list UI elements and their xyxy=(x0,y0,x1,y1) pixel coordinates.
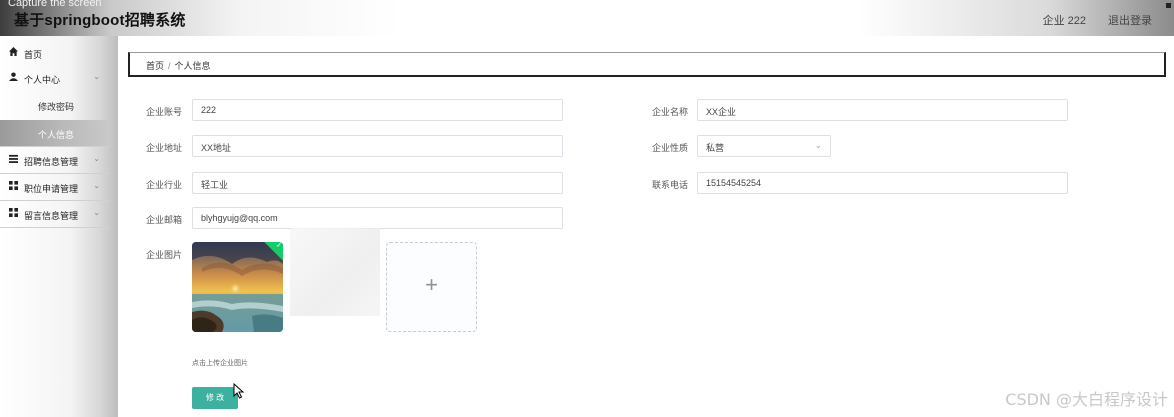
sidebar-item-label: 首页 xyxy=(24,50,43,60)
capture-overlay-text: Capture the screen xyxy=(8,0,102,9)
sidebar-item-job-info[interactable]: 招聘信息管理 ⌄ xyxy=(0,147,110,173)
uploaded-company-image[interactable]: ✓ xyxy=(192,242,283,332)
list-icon xyxy=(8,154,18,164)
logout-button[interactable]: 退出登录 xyxy=(1108,12,1152,28)
mouse-cursor-icon xyxy=(233,383,245,399)
breadcrumb: 首页 / 个人信息 xyxy=(128,52,1166,77)
breadcrumb-home[interactable]: 首页 xyxy=(146,61,164,71)
watermark: CSDN @大白程序设计 xyxy=(1005,390,1168,409)
phone-field[interactable]: 15154545254 xyxy=(697,172,1068,194)
email-label: 企业邮箱 xyxy=(146,215,183,225)
plus-icon: + xyxy=(425,272,438,297)
sunset-seascape-image xyxy=(192,242,283,332)
company-name-label: 企业名称 xyxy=(652,107,689,117)
company-nature-select[interactable]: 私营 ⌄ xyxy=(697,135,831,157)
company-name-field[interactable]: XX企业 xyxy=(697,99,1068,121)
sidebar-item-application[interactable]: 职位申请管理 ⌄ xyxy=(0,174,110,200)
sidebar-item-label: 个人中心 xyxy=(24,75,61,85)
home-icon xyxy=(8,47,18,57)
sidebar-item-messages[interactable]: 留言信息管理 ⌄ xyxy=(0,201,110,227)
address-field[interactable]: XX地址 xyxy=(192,135,563,157)
sidebar-subitem-change-password[interactable]: 修改密码 xyxy=(0,92,110,118)
current-user: 企业 222 xyxy=(1042,15,1086,27)
sidebar: 首页 个人中心 ⌄ 修改密码 个人信息 招聘信息管理 ⌄ 职位申请管理 ⌄ 留言… xyxy=(0,36,118,417)
sidebar-item-label: 招聘信息管理 xyxy=(24,157,79,167)
phone-label: 联系电话 xyxy=(652,180,689,190)
account-field[interactable]: 222 xyxy=(192,99,563,121)
sidebar-item-profile-center[interactable]: 个人中心 ⌄ xyxy=(0,65,110,91)
chevron-down-icon: ⌄ xyxy=(814,140,822,150)
sidebar-subitem-label: 修改密码 xyxy=(38,102,75,112)
company-nature-label: 企业性质 xyxy=(652,143,689,153)
company-nature-value: 私营 xyxy=(706,143,725,153)
breadcrumb-current: 个人信息 xyxy=(174,61,211,71)
industry-label: 企业行业 xyxy=(146,180,183,190)
sidebar-item-label: 职位申请管理 xyxy=(24,184,79,194)
breadcrumb-separator: / xyxy=(168,61,171,71)
check-icon: ✓ xyxy=(275,242,283,250)
sidebar-item-home[interactable]: 首页 xyxy=(0,40,110,66)
user-icon xyxy=(8,72,18,82)
address-label: 企业地址 xyxy=(146,143,183,153)
drag-ghost-image xyxy=(290,228,380,316)
sidebar-subitem-personal-info[interactable]: 个人信息 xyxy=(0,120,110,146)
company-image-label: 企业图片 xyxy=(146,250,183,260)
sidebar-item-label: 留言信息管理 xyxy=(24,211,79,221)
submit-button[interactable]: 修 改 xyxy=(192,387,238,409)
chevron-down-icon: ⌄ xyxy=(93,208,100,217)
sidebar-subitem-label: 个人信息 xyxy=(38,130,75,140)
top-header: Capture the screen 基于springboot招聘系统 企业 2… xyxy=(0,0,1174,36)
chevron-down-icon: ⌄ xyxy=(93,154,100,163)
chevron-up-icon: ⌄ xyxy=(93,72,100,81)
sidebar-divider xyxy=(0,227,110,228)
chevron-down-icon: ⌄ xyxy=(93,181,100,190)
app-title: 基于springboot招聘系统 xyxy=(14,12,186,29)
account-label: 企业账号 xyxy=(146,107,183,117)
grid-icon xyxy=(8,181,18,191)
grid-icon xyxy=(8,208,18,218)
industry-field[interactable]: 轻工业 xyxy=(192,172,563,194)
upload-add-button[interactable]: + xyxy=(386,242,477,332)
upload-tip: 点击上传企业图片 xyxy=(192,360,248,367)
email-field[interactable]: blyhgyujg@qq.com xyxy=(192,207,563,229)
corner-dot xyxy=(1166,3,1171,8)
